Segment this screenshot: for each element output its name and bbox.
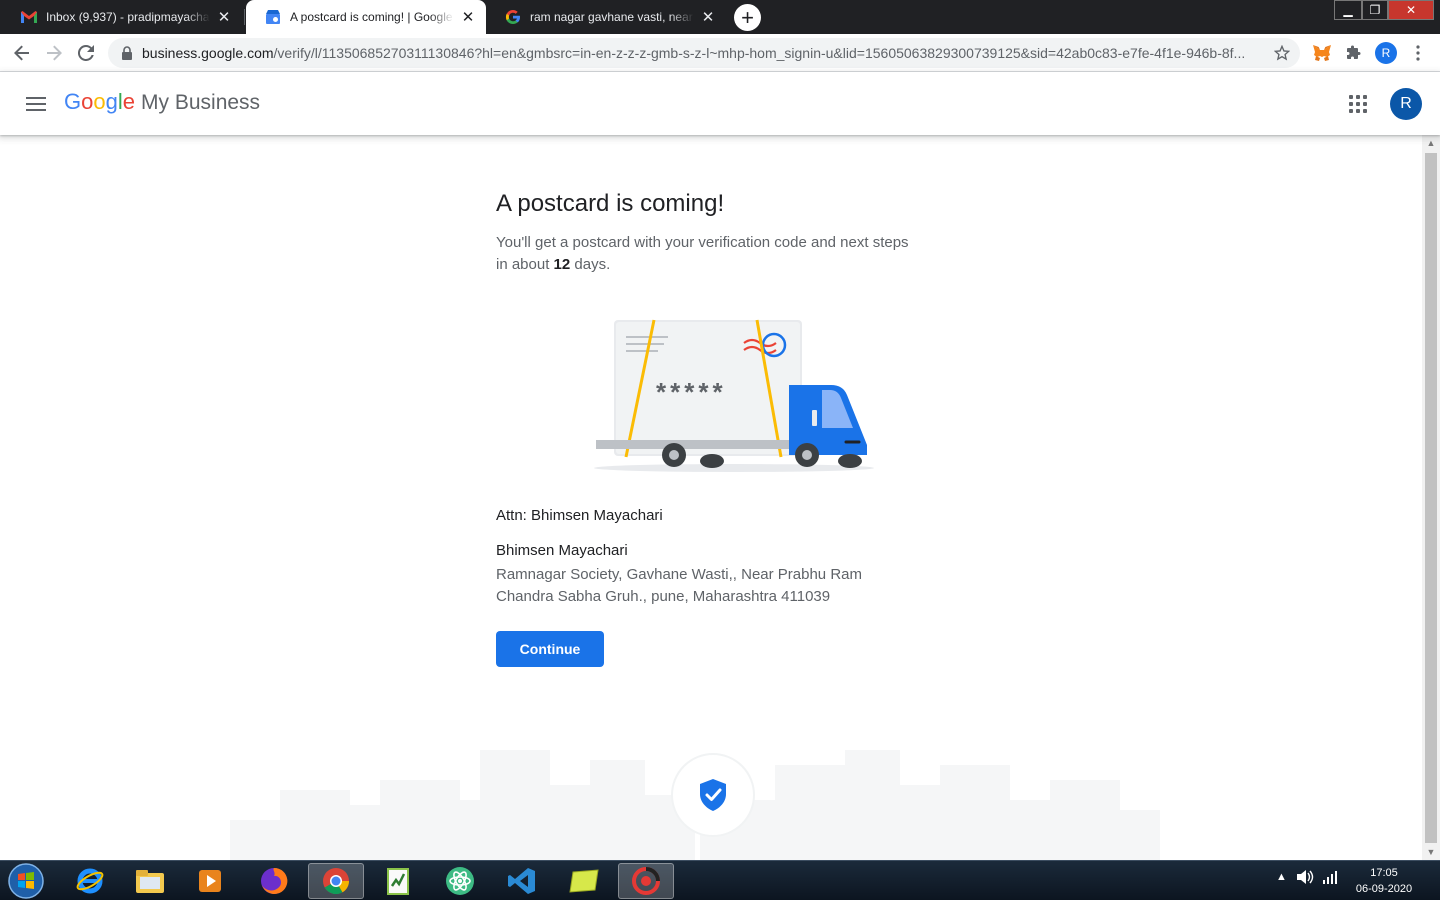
close-tab-icon[interactable]: ✕ [216,9,232,26]
address-bar[interactable]: business.google.com/verify/l/11350685270… [108,38,1300,68]
bookmark-star-icon[interactable] [1268,39,1296,67]
logo-letter: o [81,89,94,114]
product-name: My Business [141,91,261,114]
restore-window-button[interactable]: ❐ [1362,0,1388,20]
minimize-window-button[interactable]: ▁ [1334,0,1362,20]
reload-button[interactable] [72,39,100,67]
clock-time: 17:05 [1370,867,1398,879]
account-avatar[interactable]: R [1390,88,1422,120]
start-button[interactable] [6,862,46,900]
windows-start-icon [8,863,44,899]
page-title: A postcard is coming! [496,190,725,217]
reload-icon [78,45,94,61]
google-icon [504,8,522,26]
verification-code-mask: ***** [656,377,727,407]
shield-check-icon [700,779,726,811]
system-clock[interactable]: 17:05 06-09-2020 [1346,865,1422,897]
chrome-menu-button[interactable] [1404,39,1432,67]
mailing-address: Ramnagar Society, Gavhane Wasti,, Near P… [496,564,896,608]
tab-title: ram nagar gavhane vasti, near prabhu ram [530,10,694,24]
file-explorer-icon[interactable] [122,863,178,899]
back-button[interactable] [8,39,36,67]
chrome-icon[interactable] [308,863,364,899]
back-arrow-icon [14,45,29,61]
sticky-notes-icon[interactable] [556,863,612,899]
forward-button[interactable] [40,39,68,67]
logo-letter: G [64,89,82,114]
browser-toolbar: business.google.com/verify/l/11350685270… [0,34,1440,72]
url-host: business.google.com [142,45,274,61]
google-wordmark: Google [64,89,135,115]
scrollbar-thumb[interactable] [1425,153,1437,843]
postcard-truck-illustration: ***** [594,319,874,472]
close-window-button[interactable]: ✕ [1388,0,1434,20]
close-tab-icon[interactable]: ✕ [460,9,476,26]
atom-icon[interactable] [432,863,488,899]
notepad-plus-icon[interactable] [370,863,426,899]
vscode-icon[interactable] [494,863,550,899]
google-my-business-icon [264,8,282,26]
google-my-business-logo[interactable]: Google My Business [64,89,260,115]
volume-icon[interactable] [1296,869,1314,888]
show-hidden-icons-icon[interactable]: ▲ [1276,871,1287,883]
gmb-header: Google My Business R [0,72,1440,135]
tab-google-search[interactable]: ram nagar gavhane vasti, near prabhu ram… [486,0,726,34]
tab-divider [244,9,245,25]
continue-button[interactable]: Continue [496,631,604,667]
internet-explorer-icon[interactable] [62,863,118,899]
tab-gmail-inbox[interactable]: Inbox (9,937) - pradipmayachari0 ✕ [2,0,242,34]
url-text: business.google.com/verify/l/11350685270… [142,45,1268,61]
browser-tab-strip: Inbox (9,937) - pradipmayachari0 ✕ A pos… [0,0,1440,34]
close-tab-icon[interactable]: ✕ [700,9,716,26]
scroll-up-arrow-icon[interactable]: ▲ [1422,135,1440,151]
lead-text-end: days. [570,256,611,273]
network-signal-icon[interactable] [1322,869,1338,888]
screen-recorder-icon[interactable] [618,863,674,899]
logo-letter: g [105,89,118,114]
media-player-icon[interactable] [182,863,238,899]
recipient-name: Bhimsen Mayachari [496,542,628,559]
lock-icon [122,46,132,60]
verified-shield-badge [671,753,755,837]
logo-letter: e [122,89,136,114]
tab-title: A postcard is coming! | Google My Busine… [290,10,454,24]
profile-button[interactable]: R [1372,39,1400,67]
attention-line: Attn: Bhimsen Mayachari [496,507,663,524]
metamask-extension-icon[interactable] [1308,39,1336,67]
clock-date: 06-09-2020 [1355,883,1413,895]
windows-taskbar: ▲ 17:05 06-09-2020 [0,860,1440,900]
page-scrollbar[interactable]: ▲ ▼ [1422,135,1440,860]
main-content: A postcard is coming! You'll get a postc… [0,135,1422,860]
tab-postcard-coming[interactable]: A postcard is coming! | Google My Busine… [246,0,486,34]
address-line-1: Ramnagar Society, Gavhane Wasti,, Near P… [496,566,862,583]
days-count: 12 [553,256,571,273]
postcard-description: You'll get a postcard with your verifica… [496,232,916,276]
url-path: /verify/l/11350685270311130846?hl=en&gmb… [273,45,1246,61]
main-menu-icon[interactable] [22,90,50,118]
google-apps-icon[interactable] [1344,90,1372,118]
new-tab-button[interactable]: + [734,4,761,31]
logo-letter: o [93,89,106,114]
scroll-down-arrow-icon[interactable]: ▼ [1422,844,1440,860]
gmail-icon [20,8,38,26]
more-vert-icon [1416,45,1420,61]
firefox-icon[interactable] [246,863,302,899]
extensions-puzzle-icon[interactable] [1340,39,1368,67]
profile-avatar: R [1375,42,1397,64]
tab-title: Inbox (9,937) - pradipmayachari0 [46,10,210,24]
forward-arrow-icon [47,45,62,61]
address-line-2: Chandra Sabha Gruh., pune, Maharashtra 4… [496,588,831,605]
